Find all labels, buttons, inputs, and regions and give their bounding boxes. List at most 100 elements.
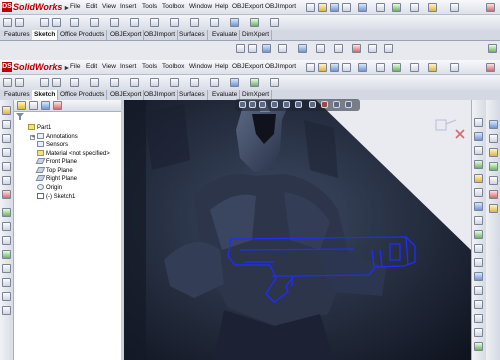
smart-dimension-icon[interactable]	[15, 78, 24, 87]
display-style-icon[interactable]	[295, 101, 302, 108]
tree-item-origin[interactable]: Origin	[37, 184, 62, 192]
previous-view-icon[interactable]	[259, 101, 266, 108]
wrap-icon[interactable]	[2, 278, 11, 287]
pattern-tool-icon[interactable]	[230, 78, 239, 87]
tab-objimport[interactable]: OBJImport	[142, 30, 179, 40]
filter-icon[interactable]	[16, 113, 24, 120]
trim-tool-icon[interactable]	[474, 244, 483, 253]
zoom-fit-icon[interactable]	[239, 101, 246, 108]
menu-tools[interactable]: Tools	[142, 63, 157, 70]
rotate-tool-icon[interactable]	[474, 300, 483, 309]
sketch-tool-icon[interactable]	[3, 18, 12, 27]
task-pane-icon[interactable]	[488, 44, 497, 53]
print-icon[interactable]	[342, 3, 351, 12]
sketch-tool-icon[interactable]	[3, 78, 12, 87]
menu-objimport[interactable]: OBJImport	[265, 63, 296, 70]
tree-item-front-plane[interactable]: Front Plane	[35, 158, 77, 166]
menu-insert[interactable]: Insert	[120, 63, 136, 70]
print-icon[interactable]	[342, 63, 351, 72]
point-tool-icon[interactable]	[150, 78, 159, 87]
solidworks-resources-icon[interactable]	[489, 120, 498, 129]
menu-view[interactable]: View	[102, 3, 116, 10]
previous-view-icon[interactable]	[262, 44, 271, 53]
undo-icon[interactable]	[358, 63, 367, 72]
tab-evaluate[interactable]: Evaluate	[210, 30, 241, 40]
view-settings-icon[interactable]	[384, 44, 393, 53]
tree-item-material[interactable]: Material <not specified>	[37, 150, 110, 158]
sketch-icon[interactable]	[2, 106, 11, 115]
select-icon[interactable]	[376, 63, 385, 72]
circle-tool-icon[interactable]	[70, 18, 79, 27]
relations-tool-icon[interactable]	[474, 342, 483, 351]
save-icon[interactable]	[330, 63, 339, 72]
solidworks-logo[interactable]: DSSolidWorks►	[2, 62, 70, 72]
menu-objexport[interactable]: OBJExport	[232, 63, 263, 70]
sweep-icon[interactable]	[2, 148, 11, 157]
chamfer-tool-icon[interactable]	[474, 216, 483, 225]
zoom-area-icon[interactable]	[248, 44, 257, 53]
tree-item-right-plane[interactable]: Right Plane	[35, 175, 77, 183]
custom-properties-icon[interactable]	[489, 204, 498, 213]
mirror-tool-icon[interactable]	[210, 18, 219, 27]
tree-item-sketch1[interactable]: (-) Sketch1	[37, 193, 75, 201]
rectangle-tool-icon[interactable]	[52, 78, 61, 87]
rebuild-icon[interactable]	[392, 3, 401, 12]
circle-tool-icon[interactable]	[70, 78, 79, 87]
feature-manager-tab-icon[interactable]	[17, 101, 26, 110]
relations-tool-icon[interactable]	[250, 18, 259, 27]
arc-tool-icon[interactable]	[474, 160, 483, 169]
scale-tool-icon[interactable]	[474, 314, 483, 323]
arc-tool-icon[interactable]	[90, 18, 99, 27]
tab-features[interactable]: Features	[2, 90, 33, 100]
polygon-tool-icon[interactable]	[130, 18, 139, 27]
scene-icon[interactable]	[333, 101, 340, 108]
options-icon[interactable]	[428, 3, 437, 12]
relations-tool-icon[interactable]	[250, 78, 259, 87]
design-library-icon[interactable]	[489, 134, 498, 143]
tab-office-products[interactable]: Office Products	[58, 90, 108, 100]
arc-tool-icon[interactable]	[90, 78, 99, 87]
fillet-icon[interactable]	[2, 176, 11, 185]
polygon-tool-icon[interactable]	[130, 78, 139, 87]
search-icon[interactable]	[489, 162, 498, 171]
open-icon[interactable]	[318, 3, 327, 12]
menu-edit[interactable]: Edit	[86, 63, 97, 70]
circle-tool-icon[interactable]	[474, 146, 483, 155]
sketch-outline[interactable]	[124, 100, 471, 360]
menu-help[interactable]: Help	[215, 3, 228, 10]
spline-tool-icon[interactable]	[110, 78, 119, 87]
menu-window[interactable]: Window	[189, 63, 212, 70]
offset-tool-icon[interactable]	[190, 78, 199, 87]
file-explorer-icon[interactable]	[489, 148, 498, 157]
polygon-tool-icon[interactable]	[474, 188, 483, 197]
tree-item-sensors[interactable]: Sensors	[37, 141, 68, 149]
repair-sketch-icon[interactable]	[270, 78, 279, 87]
extrude-icon[interactable]	[2, 120, 11, 129]
tab-sketch[interactable]: Sketch	[32, 30, 59, 40]
shell-icon[interactable]	[2, 208, 11, 217]
line-tool-icon[interactable]	[40, 78, 49, 87]
undo-icon[interactable]	[358, 3, 367, 12]
section-view-icon[interactable]	[271, 101, 278, 108]
dimxpert-manager-tab-icon[interactable]	[53, 101, 62, 110]
menu-tools[interactable]: Tools	[142, 3, 157, 10]
tree-item-top-plane[interactable]: Top Plane	[35, 167, 73, 175]
tab-surfaces[interactable]: Surfaces	[177, 30, 208, 40]
configuration-manager-tab-icon[interactable]	[41, 101, 50, 110]
menu-toolbox[interactable]: Toolbox	[162, 63, 184, 70]
tab-objexport[interactable]: OBJExport	[108, 30, 145, 40]
dome-icon[interactable]	[2, 264, 11, 273]
spline-tool-icon[interactable]	[474, 174, 483, 183]
property-manager-tab-icon[interactable]	[29, 101, 38, 110]
draft-icon[interactable]	[2, 236, 11, 245]
menu-toolbox[interactable]: Toolbox	[162, 3, 184, 10]
smart-dimension-icon[interactable]	[15, 18, 24, 27]
menu-insert[interactable]: Insert	[120, 3, 136, 10]
select-icon[interactable]	[376, 3, 385, 12]
menu-objexport[interactable]: OBJExport	[232, 3, 263, 10]
rectangle-tool-icon[interactable]	[52, 18, 61, 27]
offset-tool-icon[interactable]	[190, 18, 199, 27]
appearances-icon[interactable]	[489, 190, 498, 199]
new-document-icon[interactable]	[306, 3, 315, 12]
open-icon[interactable]	[318, 63, 327, 72]
